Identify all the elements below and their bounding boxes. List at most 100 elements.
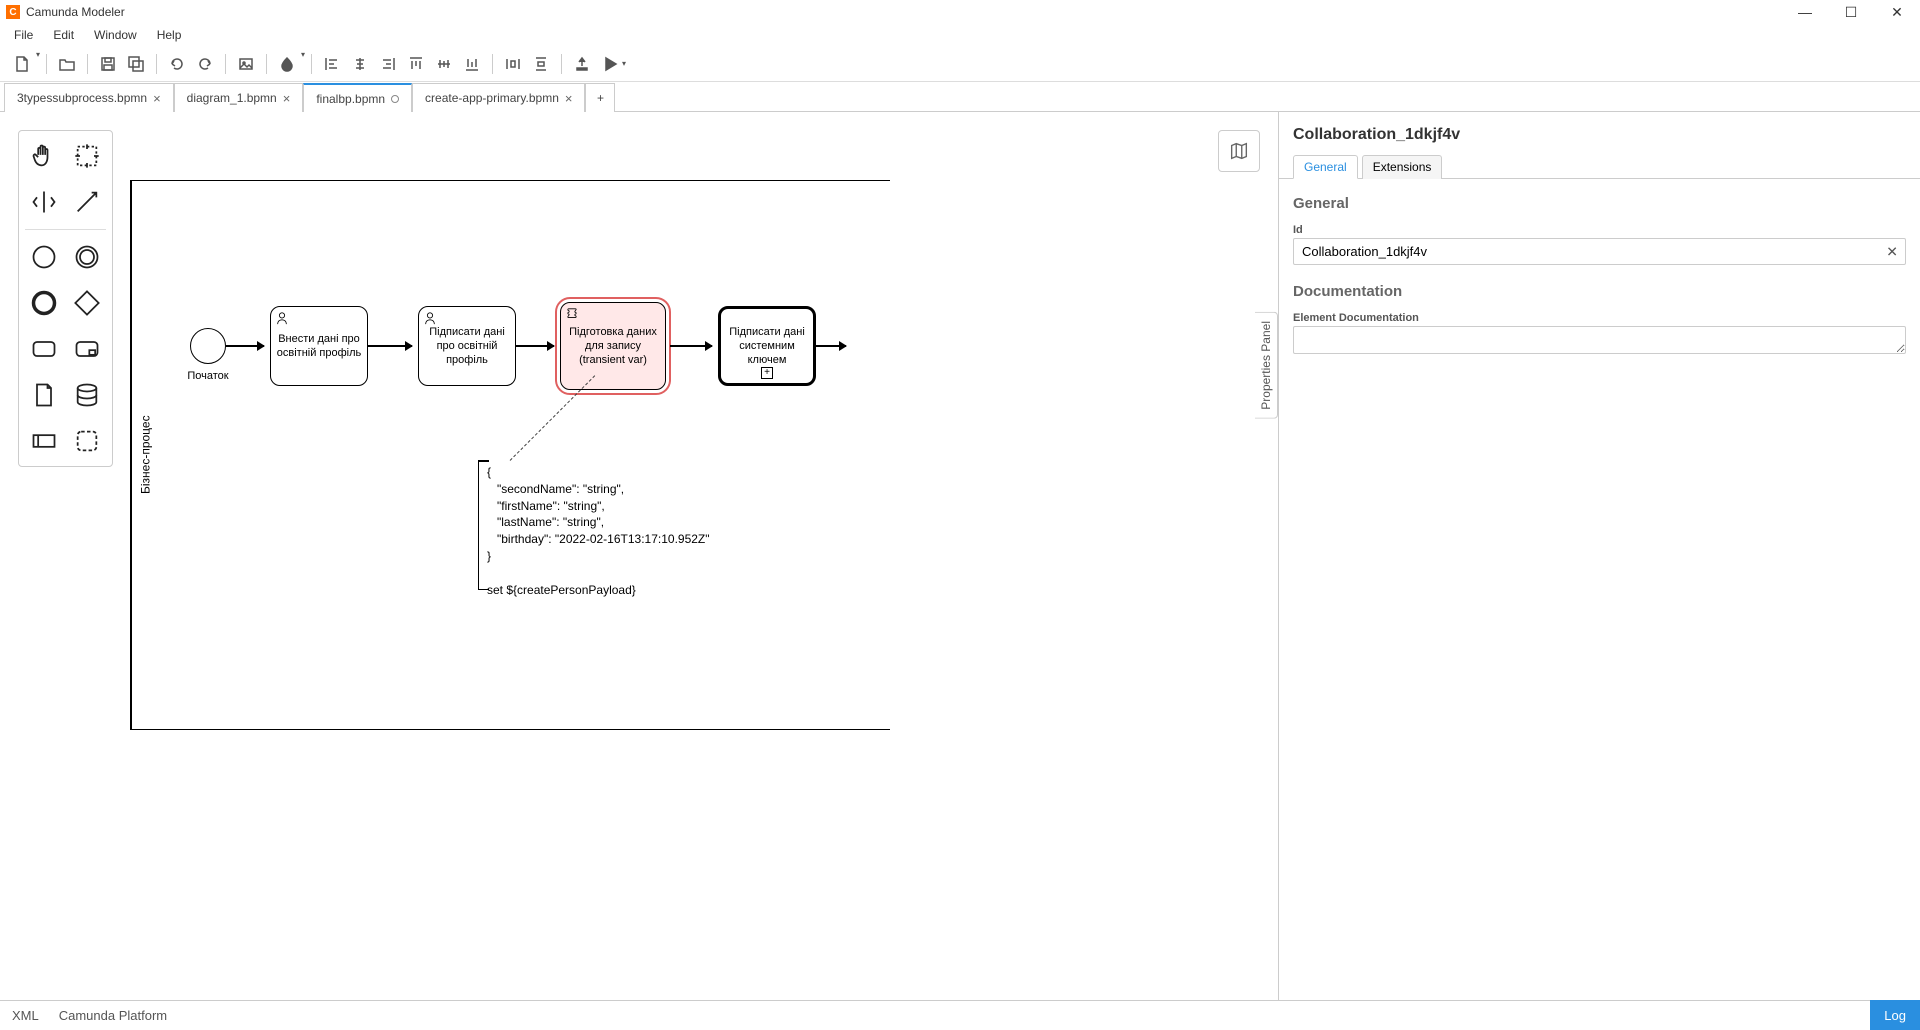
pool-tool[interactable] [25,422,64,460]
label-id: Id [1293,224,1906,236]
align-middle-button[interactable] [430,50,458,78]
task-prepare-data[interactable]: Підготовка даних для запису (transient v… [560,302,666,390]
menu-help[interactable]: Help [147,26,192,44]
distribute-h-button[interactable] [499,50,527,78]
sequence-flow[interactable] [516,345,554,347]
toolbar: ▾ ▾ ▾ [0,46,1920,82]
status-xml[interactable]: XML [12,1008,39,1023]
tab-label: create-app-primary.bpmn [425,91,559,105]
sequence-flow[interactable] [670,345,712,347]
sequence-flow[interactable] [368,345,412,347]
group-tool[interactable] [68,422,107,460]
tab-3typessubprocess[interactable]: 3typessubprocess.bpmn × [4,83,174,112]
dirty-indicator-icon [391,95,399,103]
label-documentation: Element Documentation [1293,312,1906,324]
close-icon[interactable]: × [153,91,161,106]
annotation-text: { "secondName": "string", "firstName": "… [487,465,710,597]
task-enter-data[interactable]: Внести дані про освітній профіль [270,306,368,386]
file-tabs: 3typessubprocess.bpmn × diagram_1.bpmn ×… [0,82,1920,112]
lasso-tool[interactable] [68,137,107,175]
subprocess-marker-icon: + [761,367,773,379]
task-label: Підписати дані про освітній профіль [423,325,511,368]
close-icon[interactable]: × [565,91,573,106]
tab-diagram-1[interactable]: diagram_1.bpmn × [174,83,304,112]
space-tool[interactable] [25,183,64,221]
section-documentation: Documentation [1293,283,1906,300]
gateway-tool[interactable] [68,284,107,322]
pool-frame [130,180,890,730]
task-label: Підписати дані системним ключем [725,325,809,368]
section-general: General [1293,195,1906,212]
palette [18,130,113,467]
minimap-toggle[interactable] [1218,130,1260,172]
subprocess-tool[interactable] [68,330,107,368]
app-title: Camunda Modeler [26,5,125,19]
bpmn-pool[interactable]: Бізнес-процес Початок Внести дані про ос… [130,180,890,730]
documentation-input[interactable] [1293,326,1906,354]
canvas[interactable]: Properties Panel Бізнес-процес Початок В… [0,112,1278,1000]
menu-edit[interactable]: Edit [43,26,84,44]
window-maximize[interactable]: ☐ [1828,0,1874,24]
deploy-button[interactable] [568,50,596,78]
properties-tab-general[interactable]: General [1293,155,1358,179]
start-event[interactable] [190,328,226,364]
data-store-tool[interactable] [68,376,107,414]
properties-title: Collaboration_1dkjf4v [1293,126,1906,144]
tab-add[interactable]: + [585,83,615,112]
tab-label: 3typessubprocess.bpmn [17,91,147,105]
open-file-button[interactable] [53,50,81,78]
task-tool[interactable] [25,330,64,368]
end-event-tool[interactable] [25,284,64,322]
undo-button[interactable] [163,50,191,78]
align-right-button[interactable] [374,50,402,78]
user-task-icon [275,311,289,325]
hand-tool[interactable] [25,137,64,175]
task-label: Підготовка даних для запису (transient v… [565,325,661,368]
script-task-icon [565,307,579,321]
start-event-label: Початок [182,370,234,382]
properties-panel-handle[interactable]: Properties Panel [1255,312,1278,419]
save-all-button[interactable] [122,50,150,78]
redo-button[interactable] [191,50,219,78]
task-sign-system[interactable]: Підписати дані системним ключем + [718,306,816,386]
menu-file[interactable]: File [4,26,43,44]
id-input[interactable] [1293,238,1906,265]
pool-label: Бізнес-процес [131,181,159,729]
tab-create-app-primary[interactable]: create-app-primary.bpmn × [412,83,585,112]
status-platform[interactable]: Camunda Platform [59,1008,167,1023]
align-center-button[interactable] [346,50,374,78]
sequence-flow[interactable] [226,345,264,347]
tab-label: diagram_1.bpmn [187,91,277,105]
align-top-button[interactable] [402,50,430,78]
task-sign-data[interactable]: Підписати дані про освітній профіль [418,306,516,386]
tab-finalbp[interactable]: finalbp.bpmn [303,83,412,112]
data-object-tool[interactable] [25,376,64,414]
titlebar: C Camunda Modeler — ☐ ✕ [0,0,1920,24]
clear-icon[interactable]: ✕ [1886,243,1898,260]
user-task-icon [423,311,437,325]
start-event-tool[interactable] [25,238,64,276]
connect-tool[interactable] [68,183,107,221]
status-log[interactable]: Log [1870,1000,1920,1030]
new-file-button[interactable] [8,50,36,78]
statusbar: XML Camunda Platform Log [0,1000,1920,1030]
app-logo: C [6,5,20,19]
properties-tab-extensions[interactable]: Extensions [1362,155,1443,179]
window-close[interactable]: ✕ [1874,0,1920,24]
intermediate-event-tool[interactable] [68,238,107,276]
image-button[interactable] [232,50,260,78]
close-icon[interactable]: × [283,91,291,106]
distribute-v-button[interactable] [527,50,555,78]
save-button[interactable] [94,50,122,78]
text-annotation[interactable]: { "secondName": "string", "firstName": "… [478,460,718,590]
color-button[interactable] [273,50,301,78]
window-minimize[interactable]: — [1782,0,1828,24]
task-label: Внести дані про освітній профіль [275,332,363,361]
tab-label: finalbp.bpmn [316,92,385,106]
align-bottom-button[interactable] [458,50,486,78]
align-left-button[interactable] [318,50,346,78]
run-button[interactable] [596,50,624,78]
properties-panel: Collaboration_1dkjf4v General Extensions… [1278,112,1920,1000]
sequence-flow[interactable] [816,345,846,347]
menu-window[interactable]: Window [84,26,147,44]
